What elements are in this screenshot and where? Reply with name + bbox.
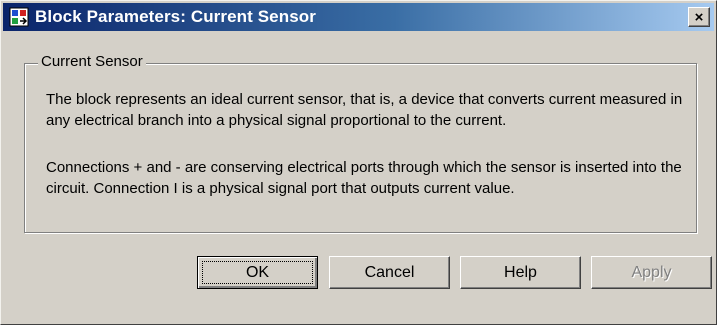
help-button-label: Help: [504, 263, 537, 281]
apply-button[interactable]: Apply: [591, 256, 712, 289]
window-title: Block Parameters: Current Sensor: [35, 7, 316, 26]
ok-button[interactable]: OK: [197, 256, 318, 289]
ok-button-label: OK: [245, 263, 270, 281]
close-icon: ×: [694, 8, 704, 26]
group-box-label: Current Sensor: [38, 53, 146, 70]
cancel-button-label: Cancel: [364, 263, 415, 281]
close-button[interactable]: ×: [688, 7, 710, 27]
simulink-block-icon: [9, 7, 29, 27]
apply-button-label: Apply: [631, 263, 672, 281]
title-bar[interactable]: Block Parameters: Current Sensor ×: [3, 3, 714, 31]
cancel-button[interactable]: Cancel: [329, 256, 450, 289]
help-button[interactable]: Help: [460, 256, 581, 289]
button-row: OK Cancel Help Apply: [1, 256, 717, 289]
description-paragraph-2: Connections + and - are conserving elect…: [46, 159, 682, 197]
dialog-window: Block Parameters: Current Sensor × Curre…: [0, 0, 717, 325]
description-paragraph-1: The block represents an ideal current se…: [46, 91, 683, 129]
